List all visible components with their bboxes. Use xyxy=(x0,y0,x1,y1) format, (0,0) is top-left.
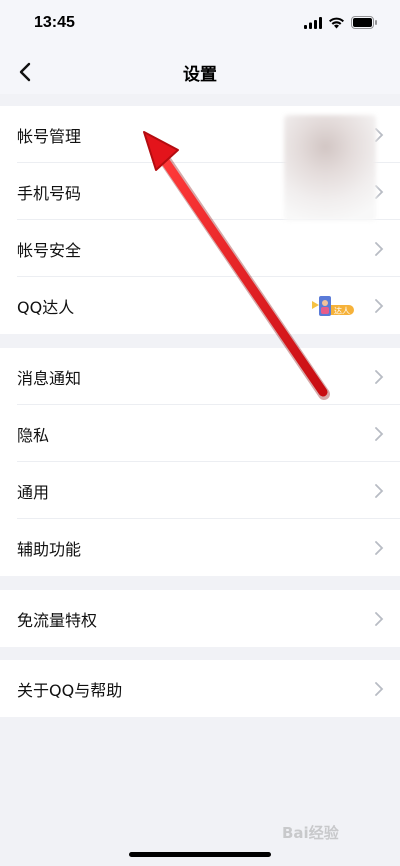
chevron-right-icon xyxy=(375,612,384,626)
chevron-right-icon xyxy=(375,682,384,696)
chevron-right-icon xyxy=(375,427,384,441)
setting-item-about-help[interactable]: 关于QQ与帮助 xyxy=(0,660,400,717)
setting-item-label: 消息通知 xyxy=(17,368,82,388)
status-time: 13:45 xyxy=(34,14,75,31)
wifi-icon xyxy=(329,17,344,28)
setting-item-label: 通用 xyxy=(17,482,50,502)
setting-item-label: QQ达人 xyxy=(17,297,75,317)
chevron-right-icon xyxy=(375,370,384,384)
settings-group-general: 消息通知 隐私 通用 辅助功能 xyxy=(0,348,400,576)
status-bar: 13:45 xyxy=(0,0,400,50)
signal-icon xyxy=(304,16,322,29)
chevron-right-icon xyxy=(375,299,384,313)
setting-item-label: 帐号安全 xyxy=(17,240,82,260)
daren-badge-icon: 达人 xyxy=(312,296,354,316)
watermark: Bai经验 xyxy=(282,824,339,842)
setting-item-label: 隐私 xyxy=(17,425,50,445)
setting-item-accessibility[interactable]: 辅助功能 xyxy=(0,519,400,576)
chevron-right-icon xyxy=(375,484,384,498)
status-icons xyxy=(304,16,378,29)
blurred-avatar-image xyxy=(284,115,376,221)
setting-item-free-data[interactable]: 免流量特权 xyxy=(0,590,400,647)
chevron-right-icon xyxy=(375,242,384,256)
settings-group-about: 关于QQ与帮助 xyxy=(0,660,400,717)
home-indicator xyxy=(129,852,271,857)
page-title: 设置 xyxy=(183,65,217,85)
setting-item-general[interactable]: 通用 xyxy=(0,462,400,519)
battery-icon xyxy=(351,16,377,29)
svg-text:达人: 达人 xyxy=(334,306,350,316)
settings-group-data: 免流量特权 xyxy=(0,590,400,647)
setting-item-label: 关于QQ与帮助 xyxy=(17,680,123,700)
setting-item-account-security[interactable]: 帐号安全 xyxy=(0,220,400,277)
setting-item-label: 手机号码 xyxy=(17,183,82,203)
chevron-right-icon xyxy=(375,541,384,555)
setting-item-label: 帐号管理 xyxy=(17,126,82,146)
navigation-bar: 设置 xyxy=(0,50,400,94)
setting-item-label: 免流量特权 xyxy=(17,610,98,630)
setting-item-label: 辅助功能 xyxy=(17,539,82,559)
setting-item-notifications[interactable]: 消息通知 xyxy=(0,348,400,405)
setting-item-qq-daren[interactable]: QQ达人 达人 xyxy=(0,277,400,334)
setting-item-privacy[interactable]: 隐私 xyxy=(0,405,400,462)
